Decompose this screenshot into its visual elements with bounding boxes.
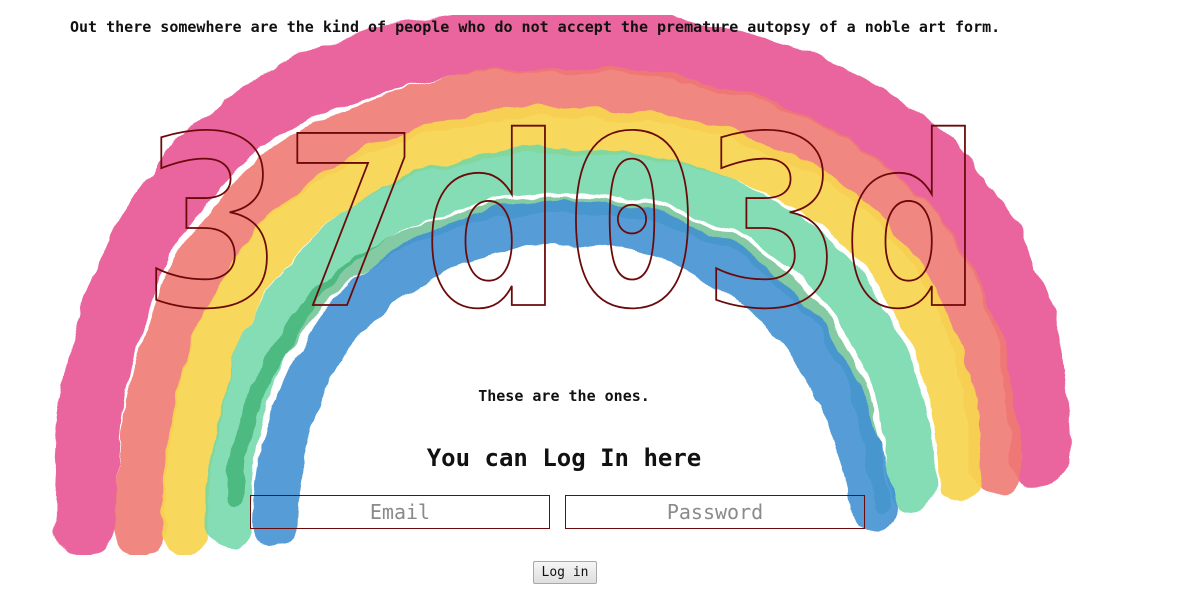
logo-text: 37d03d xyxy=(142,86,982,361)
password-input[interactable] xyxy=(565,495,865,529)
email-input[interactable] xyxy=(250,495,550,529)
login-heading: You can Log In here xyxy=(426,444,702,472)
login-button[interactable]: Log in xyxy=(533,561,597,584)
subtitle-text: These are the ones. xyxy=(478,387,650,405)
